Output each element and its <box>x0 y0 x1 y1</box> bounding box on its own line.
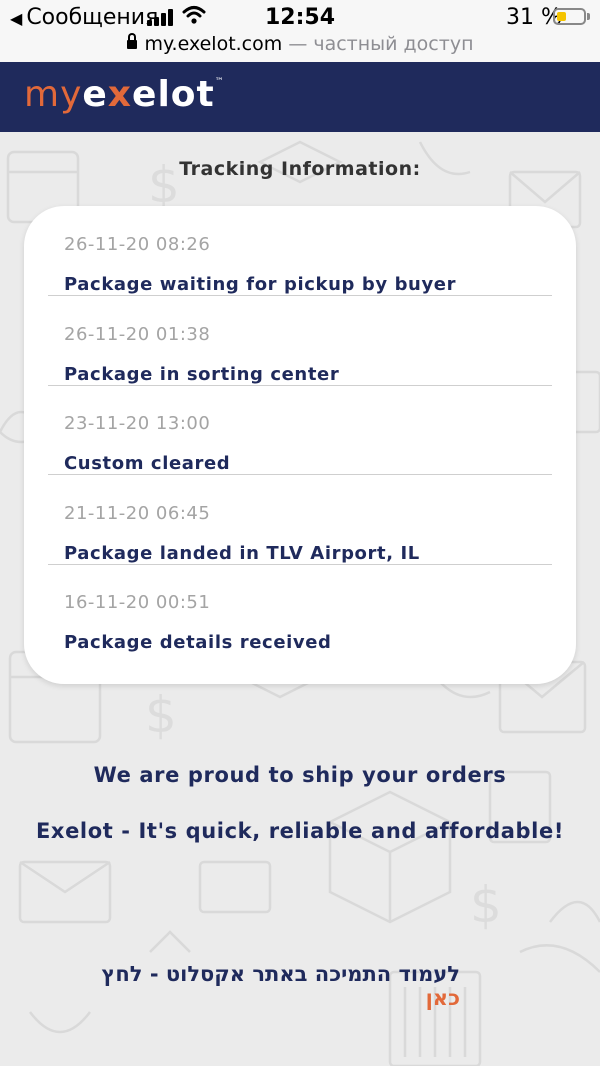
event-status: Package landed in TLV Airport, IL <box>64 543 420 564</box>
tracking-event: 26-11-20 08:26 Package waiting for picku… <box>48 206 552 296</box>
event-date: 16-11-20 00:51 <box>64 592 211 613</box>
logo-x: x <box>107 74 133 115</box>
tracking-event: 26-11-20 01:38 Package in sorting center <box>48 296 552 386</box>
support-page-text: לעמוד התמיכה באתר אקסלוט - לחץ כאן <box>60 962 461 1010</box>
support-link[interactable]: כאן <box>426 986 460 1010</box>
myexelot-logo[interactable]: myexelot™ <box>24 74 225 115</box>
tracking-event: 23-11-20 13:00 Custom cleared <box>48 385 552 475</box>
url-domain: my.exelot.com <box>144 33 283 55</box>
logo-trademark: ™ <box>214 77 225 87</box>
tracking-title: Tracking Information: <box>179 158 421 180</box>
support-label: לעמוד התמיכה באתר אקסלוט - לחץ <box>101 962 461 986</box>
url-private-label: — частный доступ <box>288 33 474 55</box>
event-date: 23-11-20 13:00 <box>64 413 211 434</box>
logo-my: my <box>24 74 83 115</box>
tracking-event: 21-11-20 06:45 Package landed in TLV Air… <box>48 475 552 565</box>
logo-e: e <box>82 74 108 115</box>
url-bar[interactable]: my.exelot.com — частный доступ <box>0 33 600 55</box>
logo-elot: elot <box>132 74 215 115</box>
event-status: Custom cleared <box>64 453 231 474</box>
battery-icon <box>553 8 586 25</box>
event-date: 26-11-20 01:38 <box>64 324 211 345</box>
svg-text:$: $ <box>470 876 502 934</box>
promo-line-1: We are proud to ship your orders <box>93 763 507 787</box>
lock-icon <box>126 33 137 49</box>
site-header: myexelot™ <box>0 62 600 132</box>
battery-nub <box>587 13 590 20</box>
event-status: Package details received <box>64 632 332 653</box>
status-bar: ◀ Сообщения 12:54 31 % my.exelot.com — ча… <box>0 0 600 62</box>
event-date: 26-11-20 08:26 <box>64 234 211 255</box>
tracking-event: 16-11-20 00:51 Package details received <box>48 564 552 654</box>
event-status: Package in sorting center <box>64 364 340 385</box>
event-date: 21-11-20 06:45 <box>64 503 211 524</box>
tracking-card: 26-11-20 08:26 Package waiting for picku… <box>24 206 576 684</box>
svg-text:$: $ <box>145 686 177 744</box>
event-status: Package waiting for pickup by buyer <box>64 274 457 295</box>
promo-line-2: Exelot - It's quick, reliable and afford… <box>35 819 564 843</box>
